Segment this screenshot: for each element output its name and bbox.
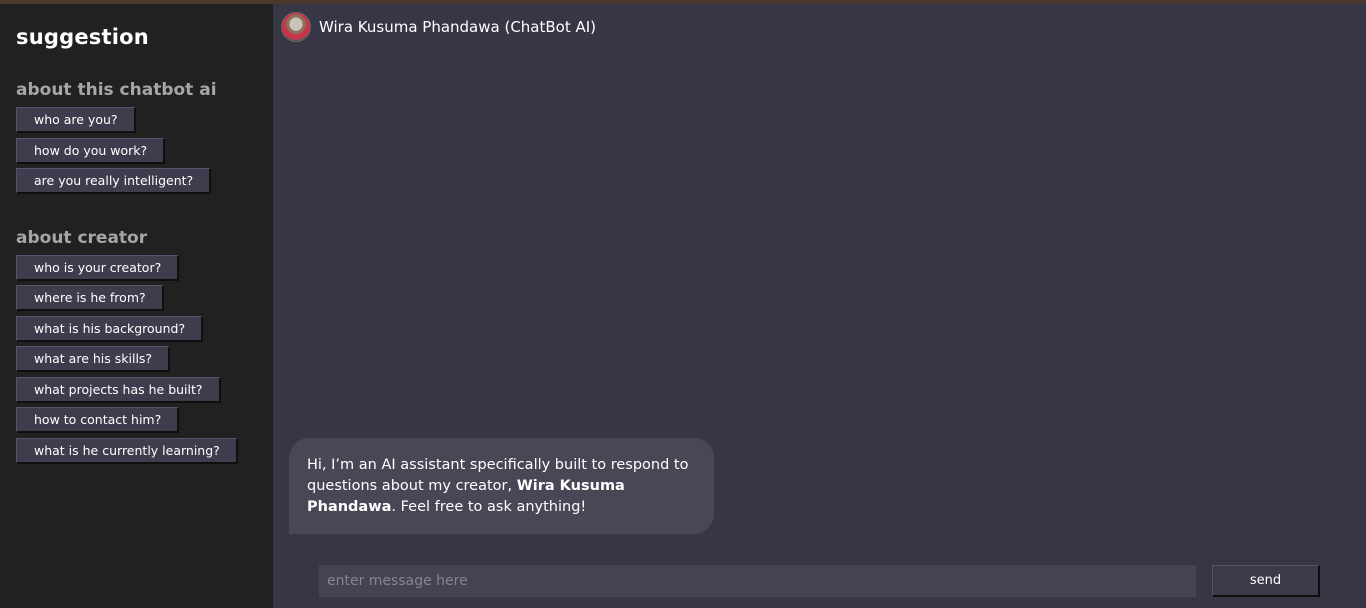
suggestion-who-are-you[interactable]: who are you? [16, 107, 136, 133]
chatbot-suggestions: who are you? how do you work? are you re… [16, 107, 257, 199]
suggestion-background[interactable]: what is his background? [16, 315, 204, 342]
chat-area: Wira Kusuma Phandawa (ChatBot AI) Hi, I’… [273, 4, 1366, 608]
send-button[interactable]: send [1212, 565, 1320, 597]
bot-message-bubble: Hi, I’m an AI assistant specifically bui… [289, 438, 714, 534]
sidebar-title: suggestion [16, 25, 149, 49]
suggestion-learning[interactable]: what is he currently learning? [16, 437, 238, 464]
chat-header: Wira Kusuma Phandawa (ChatBot AI) [281, 12, 596, 42]
bot-name: Wira Kusuma Phandawa (ChatBot AI) [319, 18, 597, 36]
suggestion-contact[interactable]: how to contact him? [16, 407, 180, 433]
message-input[interactable] [319, 565, 1196, 597]
message-text-end: . Feel free to ask anything! [391, 499, 587, 515]
bot-avatar [281, 12, 311, 42]
creator-suggestions: who is your creator? where is he from? w… [16, 254, 257, 469]
section-title-creator: about creator [16, 227, 148, 248]
message-text-start: Hi, I’m an AI assistant specifically bui… [307, 457, 689, 494]
suggestion-sidebar: suggestion about this chatbot ai who are… [0, 4, 273, 608]
section-title-chatbot: about this chatbot ai [16, 80, 217, 100]
composer: send [319, 565, 1320, 597]
suggestion-who-is-creator[interactable]: who is your creator? [16, 254, 180, 281]
suggestion-projects[interactable]: what projects has he built? [16, 376, 221, 403]
suggestion-are-you-intelligent[interactable]: are you really intelligent? [16, 168, 212, 194]
suggestion-how-do-you-work[interactable]: how do you work? [16, 137, 166, 164]
suggestion-where-from[interactable]: where is he from? [16, 285, 164, 311]
suggestion-skills[interactable]: what are his skills? [16, 346, 171, 372]
